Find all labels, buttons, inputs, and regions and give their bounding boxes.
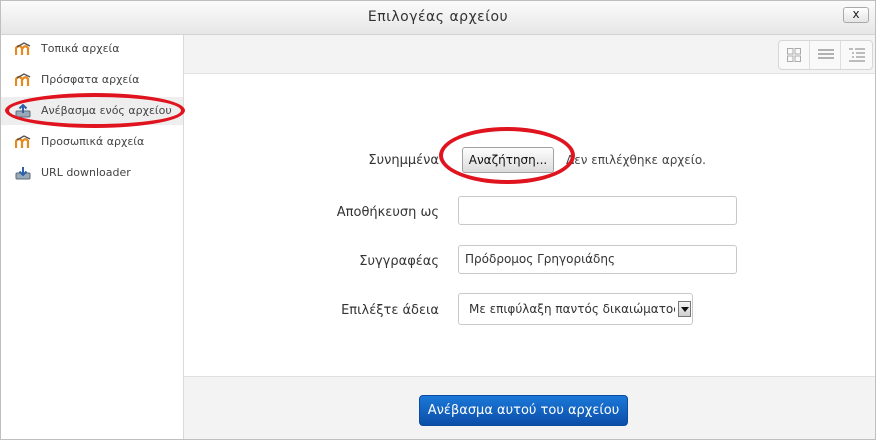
- sidebar-item-url-downloader[interactable]: URL downloader: [1, 159, 183, 187]
- upload-icon: [15, 104, 31, 118]
- moodle-icon: [15, 42, 31, 55]
- upload-file-button[interactable]: Ανέβασμα αυτού του αρχείου: [419, 395, 628, 426]
- tree-view-icon: [849, 48, 865, 62]
- sidebar-item-local-files[interactable]: Τοπικά αρχεία: [1, 35, 183, 63]
- view-toolbar: [184, 35, 875, 74]
- license-select[interactable]: Με επιφύλαξη παντός δικαιώματος: [458, 293, 693, 325]
- dialog-titlebar: Επιλογέας αρχείου x: [1, 1, 875, 35]
- sidebar-item-private-files[interactable]: Προσωπικά αρχεία: [1, 128, 183, 156]
- list-view-button[interactable]: [810, 41, 841, 69]
- author-label: Συγγραφέας: [359, 254, 439, 269]
- tree-view-button[interactable]: [841, 41, 871, 69]
- save-as-input[interactable]: [458, 196, 737, 225]
- dialog-footer: Ανέβασμα αυτού του αρχείου: [184, 376, 875, 439]
- no-file-text: Δεν επιλέχθηκε αρχείο.: [566, 153, 706, 167]
- license-label: Επιλέξτε άδεια: [341, 303, 439, 318]
- icons-view-icon: [787, 48, 801, 62]
- sidebar-item-label: URL downloader: [41, 166, 131, 179]
- attachment-label: Συνημμένα: [368, 153, 439, 168]
- sidebar-item-label: Προσωπικά αρχεία: [41, 135, 145, 148]
- list-view-icon: [818, 49, 834, 59]
- sidebar-item-upload-file[interactable]: Ανέβασμα ενός αρχείου: [1, 97, 183, 125]
- icons-view-button[interactable]: [779, 41, 810, 69]
- moodle-icon: [15, 135, 31, 148]
- upload-form: Συνημμένα Αναζήτηση... Δεν επιλέχθηκε αρ…: [184, 74, 875, 375]
- dialog-title: Επιλογέας αρχείου: [367, 9, 509, 25]
- sidebar-item-label: Τοπικά αρχεία: [41, 42, 120, 55]
- license-selected-value: Με επιφύλαξη παντός δικαιώματος: [469, 302, 675, 316]
- save-as-label: Αποθήκευση ως: [336, 205, 439, 220]
- file-picker-dialog: Επιλογέας αρχείου x Τοπικά αρχεία Πρόσφα…: [0, 0, 876, 440]
- close-button[interactable]: x: [843, 7, 869, 23]
- url-downloader-icon: [15, 167, 31, 180]
- author-input[interactable]: Πρόδρομος Γρηγοριάδης: [458, 245, 737, 274]
- sidebar-item-label: Πρόσφατα αρχεία: [41, 73, 140, 86]
- repository-sidebar: Τοπικά αρχεία Πρόσφατα αρχεία Ανέβασμα ε…: [1, 35, 184, 439]
- browse-button[interactable]: Αναζήτηση...: [462, 147, 554, 173]
- view-switcher: [778, 40, 873, 70]
- sidebar-item-label: Ανέβασμα ενός αρχείου: [41, 104, 172, 117]
- sidebar-item-recent-files[interactable]: Πρόσφατα αρχεία: [1, 66, 183, 94]
- moodle-icon: [15, 73, 31, 86]
- dropdown-arrow-icon[interactable]: [678, 301, 691, 317]
